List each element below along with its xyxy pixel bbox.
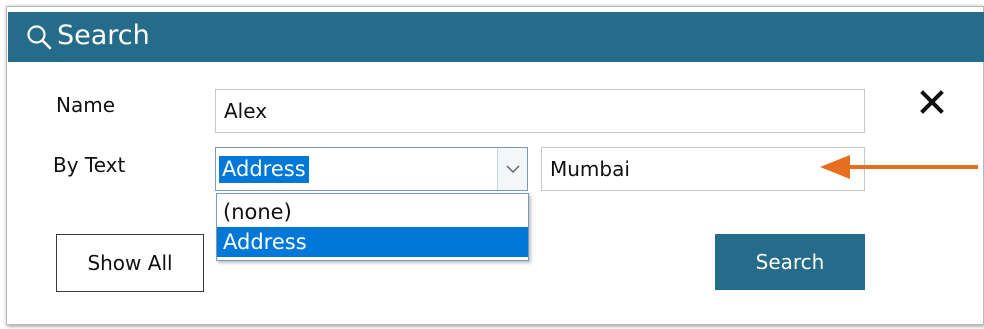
dialog-titlebar: Search [8, 12, 984, 62]
chevron-down-icon [506, 165, 520, 174]
bytext-dropdown-list: (none) Address [216, 193, 529, 261]
bytext-selected-value: Address [219, 156, 309, 183]
dropdown-option-address[interactable]: Address [217, 227, 528, 257]
dropdown-option-none[interactable]: (none) [217, 197, 528, 227]
bytext-select[interactable]: Address [215, 147, 528, 191]
search-icon [27, 25, 52, 50]
bytext-label: By Text [53, 153, 126, 177]
show-all-button[interactable]: Show All [56, 234, 204, 292]
name-input[interactable] [215, 89, 865, 133]
dialog-title: Search [57, 20, 150, 51]
search-button[interactable]: Search [715, 234, 865, 290]
close-icon[interactable] [918, 88, 946, 116]
name-label: Name [56, 93, 116, 117]
annotation-arrow-icon [820, 155, 978, 179]
text-input[interactable] [541, 147, 865, 191]
dropdown-button[interactable] [497, 148, 527, 190]
